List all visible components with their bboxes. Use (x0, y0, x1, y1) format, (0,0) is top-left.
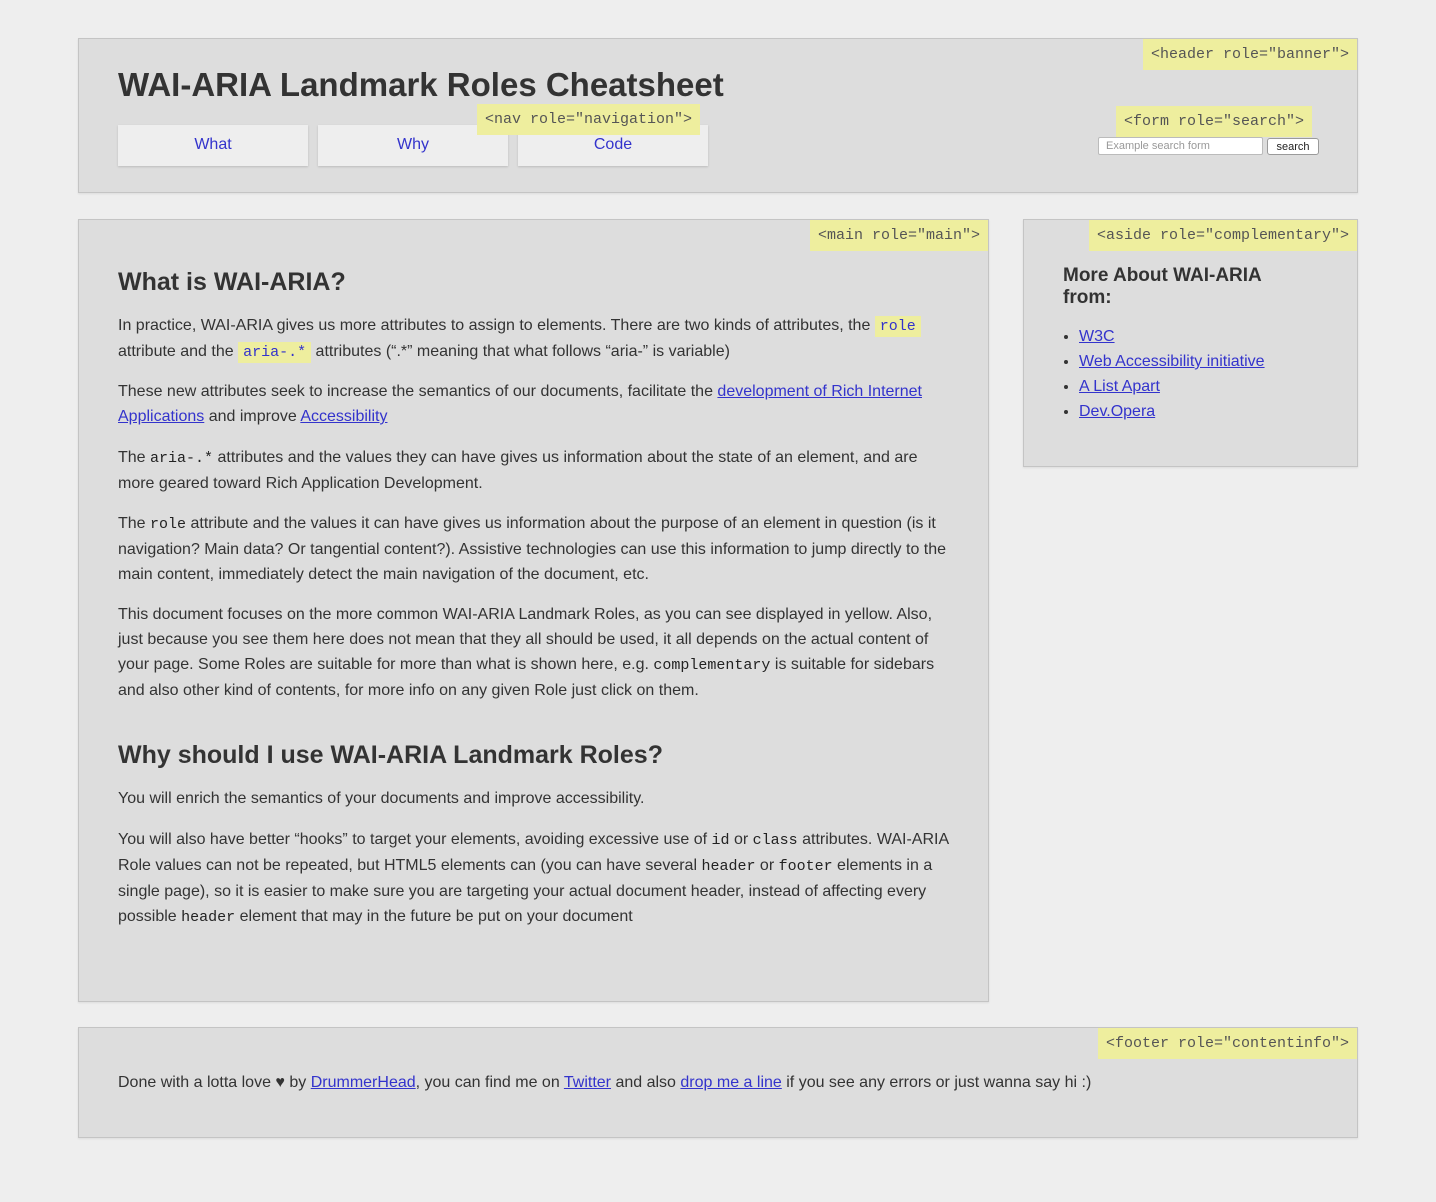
main-content: <main role="main"> What is WAI-ARIA? In … (78, 219, 989, 1002)
list-item: W3C (1079, 324, 1265, 349)
aside-role-tag[interactable]: <aside role="complementary"> (1088, 220, 1357, 251)
a-list-apart-link[interactable]: A List Apart (1079, 378, 1160, 395)
page-title: WAI-ARIA Landmark Roles Cheatsheet (118, 66, 724, 103)
w3c-link[interactable]: W3C (1079, 328, 1115, 345)
nav-role-tag[interactable]: <nav role="navigation"> (477, 104, 701, 135)
what-paragraph-4: The role attribute and the values it can… (118, 515, 947, 583)
search-role-tag[interactable]: <form role="search"> (1116, 106, 1313, 137)
main-role-tag[interactable]: <main role="main"> (809, 220, 988, 251)
inline-code: role (150, 516, 187, 533)
sidebar: <aside role="complementary"> More About … (1023, 219, 1358, 467)
inline-code: footer (778, 858, 833, 875)
what-paragraph-1: In practice, WAI-ARIA gives us more attr… (118, 313, 953, 365)
contact-link[interactable]: drop me a line (680, 1074, 781, 1091)
twitter-link[interactable]: Twitter (564, 1074, 611, 1091)
list-item: Web Accessibility initiative (1079, 349, 1265, 374)
dev-opera-link[interactable]: Dev.Opera (1079, 403, 1155, 420)
why-paragraph-2: You will also have better “hooks” to tar… (118, 831, 949, 926)
list-item: Dev.Opera (1079, 399, 1265, 424)
accessibility-link[interactable]: Accessibility (300, 408, 387, 425)
footer-text: Done with a lotta love ♥ by DrummerHead,… (118, 1074, 1092, 1091)
footer-role-tag[interactable]: <footer role="contentinfo"> (1097, 1028, 1357, 1059)
search-button[interactable]: search (1267, 138, 1319, 155)
why-paragraph-1: You will enrich the semantics of your do… (118, 790, 645, 807)
what-paragraph-2: These new attributes seek to increase th… (118, 383, 922, 425)
inline-code: role (874, 316, 921, 337)
site-header: <header role="banner"> WAI-ARIA Landmark… (78, 38, 1358, 193)
inline-code: header (701, 858, 756, 875)
what-heading: What is WAI-ARIA? (118, 268, 346, 296)
inline-code: aria-.* (150, 450, 214, 467)
sidebar-heading: More About WAI-ARIA from: (1063, 265, 1262, 308)
site-footer: <footer role="contentinfo"> Done with a … (78, 1027, 1358, 1138)
what-paragraph-5: This document focuses on the more common… (118, 606, 935, 699)
list-item: A List Apart (1079, 374, 1265, 399)
nav-what[interactable]: What (118, 125, 308, 166)
inline-code: aria-.* (238, 342, 312, 363)
inline-code: class (752, 832, 798, 849)
drummerhead-link[interactable]: DrummerHead (311, 1074, 416, 1091)
header-role-tag[interactable]: <header role="banner"> (1142, 39, 1357, 70)
why-heading: Why should I use WAI-ARIA Landmark Roles… (118, 741, 663, 769)
search-input[interactable] (1098, 137, 1263, 155)
inline-code: complementary (653, 657, 771, 674)
inline-code: header (181, 909, 236, 926)
inline-code: id (711, 832, 730, 849)
wai-link[interactable]: Web Accessibility initiative (1079, 353, 1265, 370)
what-paragraph-3: The aria-.* attributes and the values th… (118, 449, 918, 492)
sidebar-links: W3C Web Accessibility initiative A List … (1079, 324, 1265, 424)
